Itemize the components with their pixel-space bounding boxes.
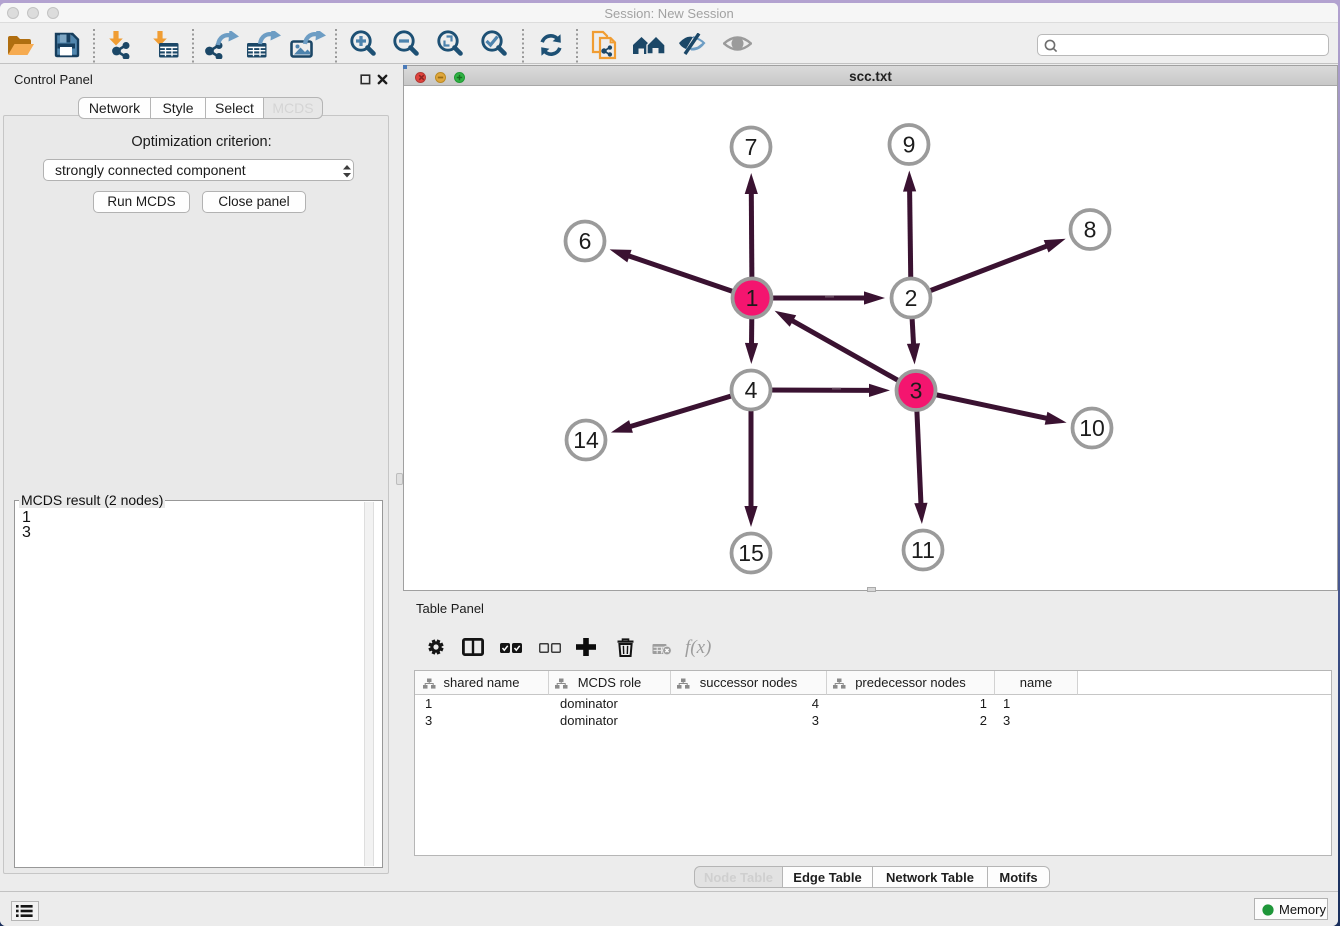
svg-text:7: 7 — [745, 134, 758, 160]
svg-text:15: 15 — [738, 540, 764, 566]
svg-text:1: 1 — [746, 285, 759, 311]
svg-text:3: 3 — [910, 378, 923, 404]
svg-text:10: 10 — [1079, 415, 1105, 441]
svg-text:4: 4 — [745, 377, 758, 403]
svg-text:11: 11 — [911, 537, 935, 563]
svg-text:8: 8 — [1084, 217, 1097, 243]
svg-text:2: 2 — [905, 285, 918, 311]
svg-text:6: 6 — [579, 228, 592, 254]
svg-text:14: 14 — [573, 427, 599, 453]
svg-text:9: 9 — [903, 132, 916, 158]
